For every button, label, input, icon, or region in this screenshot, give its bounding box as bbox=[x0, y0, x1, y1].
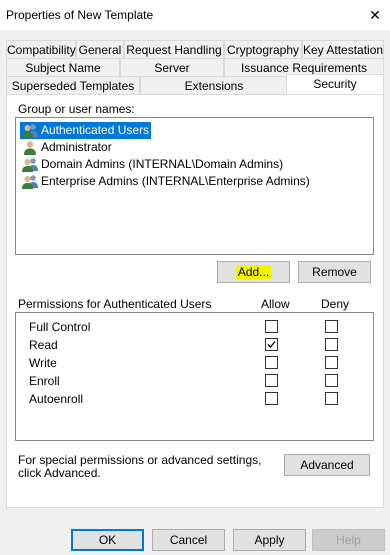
users-group-icon bbox=[22, 174, 38, 189]
permission-enroll: Enroll bbox=[29, 374, 60, 388]
tab-extensions[interactable]: Extensions bbox=[140, 76, 288, 95]
tab-general[interactable]: General bbox=[76, 40, 124, 59]
list-item-administrator[interactable]: Administrator bbox=[20, 139, 114, 156]
permissions-list: Full Control Read Write Enroll Autoenrol… bbox=[15, 312, 374, 441]
full-control-deny-checkbox[interactable] bbox=[325, 320, 338, 333]
tab-server[interactable]: Server bbox=[120, 58, 224, 77]
users-group-icon bbox=[22, 157, 38, 172]
tab-security[interactable]: Security bbox=[286, 74, 384, 94]
permission-write: Write bbox=[29, 356, 57, 370]
tab-subject-name[interactable]: Subject Name bbox=[6, 58, 120, 77]
permission-read: Read bbox=[29, 338, 58, 352]
permissions-label: Permissions for Authenticated Users bbox=[18, 297, 212, 311]
group-or-user-names-label: Group or user names: bbox=[18, 102, 135, 116]
window-title: Properties of New Template bbox=[6, 8, 154, 22]
list-item-label: Administrator bbox=[41, 140, 112, 154]
list-item-authenticated-users[interactable]: Authenticated Users bbox=[20, 122, 152, 139]
enroll-allow-checkbox[interactable] bbox=[265, 374, 278, 387]
checkmark-icon bbox=[267, 341, 276, 348]
tab-cryptography[interactable]: Cryptography bbox=[224, 40, 302, 59]
advanced-hint-text: For special permissions or advanced sett… bbox=[18, 453, 262, 480]
deny-column-header: Deny bbox=[321, 297, 350, 311]
full-control-allow-checkbox[interactable] bbox=[265, 320, 278, 333]
tab-request-handling[interactable]: Request Handling bbox=[124, 40, 224, 59]
users-group-icon bbox=[22, 123, 38, 138]
cancel-button[interactable]: Cancel bbox=[152, 529, 225, 551]
allow-column-header: Allow bbox=[261, 297, 290, 311]
write-allow-checkbox[interactable] bbox=[265, 356, 278, 369]
list-item-label: Domain Admins (INTERNAL\Domain Admins) bbox=[41, 157, 284, 171]
permission-full-control: Full Control bbox=[29, 320, 91, 334]
enroll-deny-checkbox[interactable] bbox=[325, 374, 338, 387]
help-button[interactable]: Help bbox=[312, 529, 385, 551]
apply-button[interactable]: Apply bbox=[233, 529, 306, 551]
close-icon[interactable]: ✕ bbox=[360, 0, 390, 30]
ok-button[interactable]: OK bbox=[71, 529, 144, 551]
list-item-domain-admins[interactable]: Domain Admins (INTERNAL\Domain Admins) bbox=[20, 156, 285, 173]
write-deny-checkbox[interactable] bbox=[325, 356, 338, 369]
tab-key-attestation[interactable]: Key Attestation bbox=[302, 40, 384, 59]
user-list[interactable]: Authenticated Users Administrator Domain… bbox=[15, 117, 374, 255]
title-bar: Properties of New Template ✕ bbox=[0, 0, 390, 30]
advanced-button[interactable]: Advanced bbox=[284, 454, 370, 476]
add-button[interactable]: Add... bbox=[217, 261, 290, 283]
add-button-label: Add... bbox=[235, 265, 272, 279]
autoenroll-deny-checkbox[interactable] bbox=[325, 392, 338, 405]
tab-superseded-templates[interactable]: Superseded Templates bbox=[6, 76, 140, 95]
list-item-label: Enterprise Admins (INTERNAL\Enterprise A… bbox=[41, 174, 310, 188]
tab-compatibility[interactable]: Compatibility bbox=[6, 40, 76, 59]
list-item-enterprise-admins[interactable]: Enterprise Admins (INTERNAL\Enterprise A… bbox=[20, 173, 312, 190]
read-deny-checkbox[interactable] bbox=[325, 338, 338, 351]
permission-autoenroll: Autoenroll bbox=[29, 392, 84, 406]
user-icon bbox=[22, 140, 38, 155]
remove-button[interactable]: Remove bbox=[298, 261, 371, 283]
read-allow-checkbox[interactable] bbox=[265, 338, 278, 351]
autoenroll-allow-checkbox[interactable] bbox=[265, 392, 278, 405]
list-item-label: Authenticated Users bbox=[41, 123, 150, 137]
